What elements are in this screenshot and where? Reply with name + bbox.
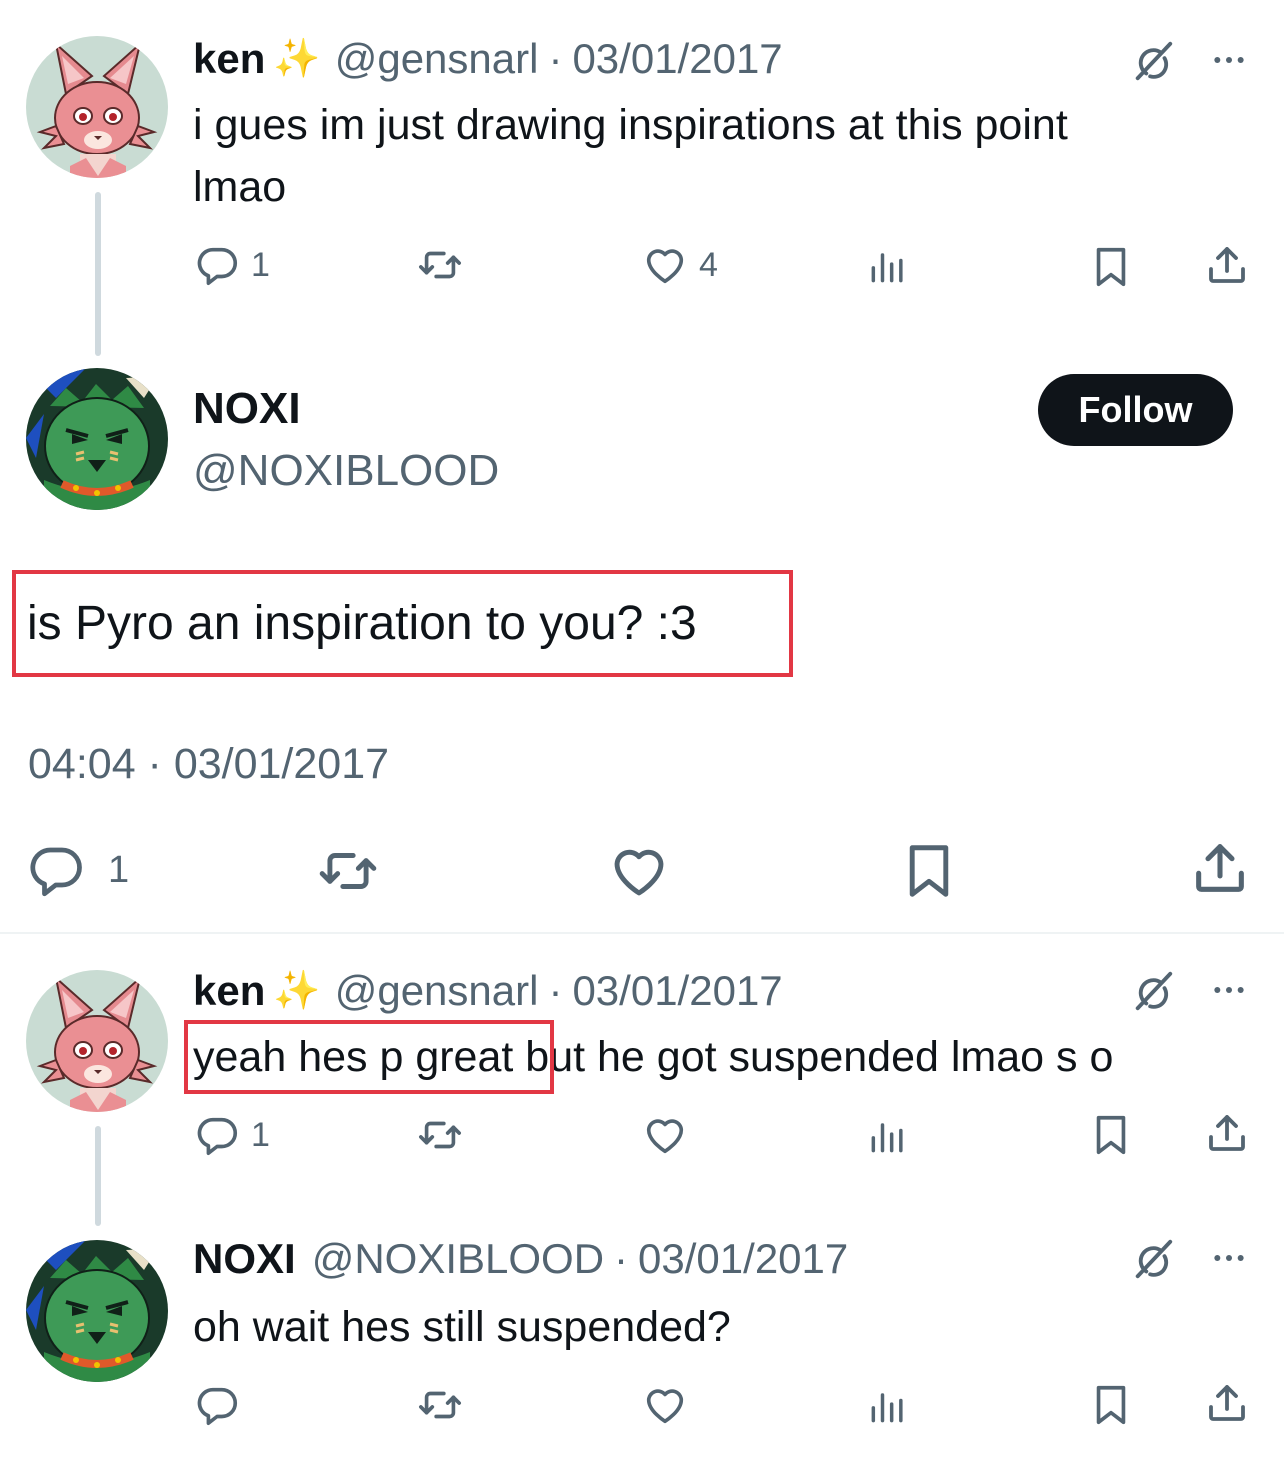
avatar-ken[interactable] <box>26 970 168 1112</box>
like-button[interactable]: 4 <box>641 242 718 288</box>
share-icon <box>1203 1108 1251 1158</box>
bookmark-button[interactable] <box>1088 1110 1134 1160</box>
share-button[interactable] <box>1203 1108 1251 1158</box>
bookmark-button[interactable] <box>1088 242 1134 292</box>
highlight-box <box>12 570 793 677</box>
like-button[interactable] <box>641 1382 689 1428</box>
tweet-timestamp[interactable]: 04:04 · 03/01/2017 <box>28 740 389 789</box>
reply-button[interactable]: 1 <box>26 840 129 900</box>
views-icon <box>865 1384 911 1428</box>
reply-icon <box>195 1382 241 1428</box>
tweet-date[interactable]: 03/01/2017 <box>572 35 782 83</box>
tweet4-header: NOXI @NOXIBLOOD · 03/01/2017 <box>193 1230 848 1288</box>
reply-count: 1 <box>108 848 130 891</box>
retweet-button[interactable] <box>415 1112 465 1158</box>
heart-icon <box>641 1382 689 1428</box>
author-handle[interactable]: @NOXIBLOOD <box>193 446 499 496</box>
avatar-noxi[interactable] <box>26 368 168 510</box>
tweet1-text: i gues im just drawing inspirations at t… <box>193 101 1068 211</box>
separator-dot: · <box>548 967 563 1014</box>
retweet-icon <box>415 1112 465 1158</box>
author-handle[interactable]: @gensnarl <box>335 35 539 83</box>
share-button[interactable] <box>1203 240 1251 290</box>
share-button[interactable] <box>1203 1378 1251 1428</box>
reply-count: 1 <box>251 1115 270 1154</box>
share-icon <box>1203 240 1251 290</box>
separator-dot: · <box>614 1235 629 1282</box>
more-icon[interactable] <box>1206 970 1252 1010</box>
tweet4-text: oh wait hes still suspended? <box>193 1303 731 1351</box>
reply-count: 1 <box>251 245 270 284</box>
avatar-noxi[interactable] <box>26 1240 168 1382</box>
heart-icon <box>608 840 670 902</box>
author-name[interactable]: ken <box>193 35 265 83</box>
author-name[interactable]: ken <box>193 967 265 1015</box>
retweet-button[interactable] <box>314 840 382 902</box>
follow-button[interactable]: Follow <box>1038 374 1233 446</box>
grok-icon[interactable] <box>1130 1236 1176 1282</box>
sparkles-emoji-icon: ✨ <box>273 970 321 1012</box>
retweet-icon <box>314 840 382 902</box>
retweet-icon <box>415 242 465 288</box>
views-button[interactable] <box>865 244 911 288</box>
grok-icon[interactable] <box>1130 38 1176 84</box>
bookmark-icon <box>898 838 960 904</box>
views-button[interactable] <box>865 1114 911 1158</box>
bookmark-button[interactable] <box>1088 1380 1134 1430</box>
thread-line <box>95 1126 101 1226</box>
bookmark-icon <box>1088 1380 1134 1430</box>
separator-dot: · <box>548 35 563 82</box>
heart-icon <box>641 242 689 288</box>
reply-button[interactable] <box>195 1382 241 1428</box>
views-icon <box>865 244 911 288</box>
bookmark-icon <box>1088 242 1134 292</box>
like-button[interactable] <box>608 840 670 902</box>
retweet-button[interactable] <box>415 242 465 288</box>
divider <box>0 932 1284 934</box>
author-handle[interactable]: @NOXIBLOOD <box>312 1235 604 1283</box>
grok-icon[interactable] <box>1130 968 1176 1014</box>
more-icon[interactable] <box>1206 40 1252 80</box>
author-name[interactable]: NOXI <box>193 384 301 434</box>
share-button[interactable] <box>1188 836 1252 900</box>
avatar-ken[interactable] <box>26 36 168 178</box>
more-icon[interactable] <box>1206 1238 1252 1278</box>
tweet3-header: ken ✨ @gensnarl · 03/01/2017 <box>193 962 783 1020</box>
bookmark-button[interactable] <box>898 838 960 904</box>
reply-icon <box>26 840 88 900</box>
views-icon <box>865 1114 911 1158</box>
author-handle[interactable]: @gensnarl <box>335 967 539 1015</box>
sparkles-emoji-icon: ✨ <box>273 38 321 80</box>
author-name[interactable]: NOXI <box>193 1235 296 1283</box>
tweet1-header: ken ✨ @gensnarl · 03/01/2017 <box>193 30 783 88</box>
reply-button[interactable]: 1 <box>195 1112 270 1158</box>
reply-button[interactable]: 1 <box>195 242 270 288</box>
thread-line <box>95 192 101 356</box>
like-button[interactable] <box>641 1112 689 1158</box>
bookmark-icon <box>1088 1110 1134 1160</box>
views-button[interactable] <box>865 1384 911 1428</box>
reply-icon <box>195 1112 241 1158</box>
heart-icon <box>641 1112 689 1158</box>
retweet-icon <box>415 1382 465 1428</box>
share-icon <box>1188 836 1252 900</box>
retweet-button[interactable] <box>415 1382 465 1428</box>
share-icon <box>1203 1378 1251 1428</box>
tweet-date[interactable]: 03/01/2017 <box>572 967 782 1015</box>
reply-icon <box>195 242 241 288</box>
tweet-date[interactable]: 03/01/2017 <box>638 1235 848 1283</box>
like-count: 4 <box>699 245 718 284</box>
highlight-box <box>184 1020 554 1094</box>
